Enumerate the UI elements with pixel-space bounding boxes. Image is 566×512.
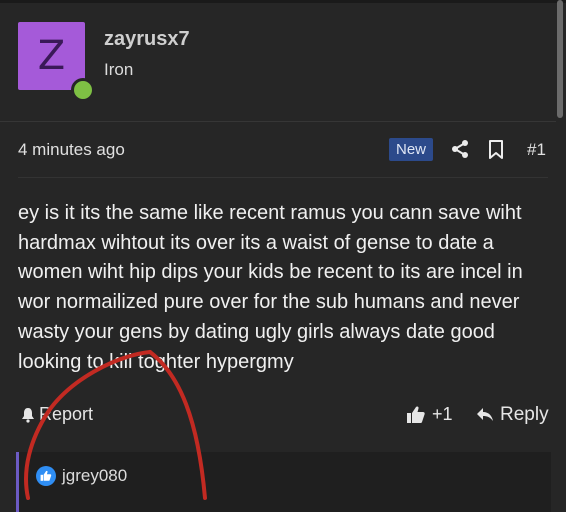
reply-button[interactable]: Reply	[476, 404, 549, 426]
quote-author[interactable]: jgrey080	[36, 466, 127, 486]
post-timestamp[interactable]: 4 minutes ago	[18, 140, 125, 160]
quote-author-name: jgrey080	[62, 466, 128, 485]
report-label: Report	[39, 404, 94, 424]
top-border	[0, 0, 566, 3]
reply-arrow-icon	[477, 408, 493, 421]
username-link[interactable]: zayrusx7	[104, 28, 190, 51]
avatar[interactable]: Z	[18, 22, 95, 102]
scrollbar[interactable]	[557, 0, 563, 118]
header-divider	[0, 121, 556, 122]
thumbs-up-icon	[407, 406, 425, 423]
report-button[interactable]: Report	[20, 404, 93, 425]
like-count: +1	[432, 404, 453, 424]
like-button[interactable]: +1	[406, 404, 453, 425]
bell-icon	[22, 407, 34, 423]
reply-label: Reply	[500, 404, 549, 425]
like-badge-icon	[36, 466, 56, 486]
bookmark-icon[interactable]	[488, 140, 504, 159]
share-icon[interactable]	[450, 139, 470, 159]
new-badge: New	[389, 138, 434, 161]
post-body: ey is it its the same like recent ramus …	[18, 202, 523, 373]
online-status-dot	[71, 78, 95, 102]
user-rank: Iron	[104, 60, 134, 79]
meta-divider	[18, 177, 548, 178]
post-number-link[interactable]: #1	[527, 140, 546, 160]
